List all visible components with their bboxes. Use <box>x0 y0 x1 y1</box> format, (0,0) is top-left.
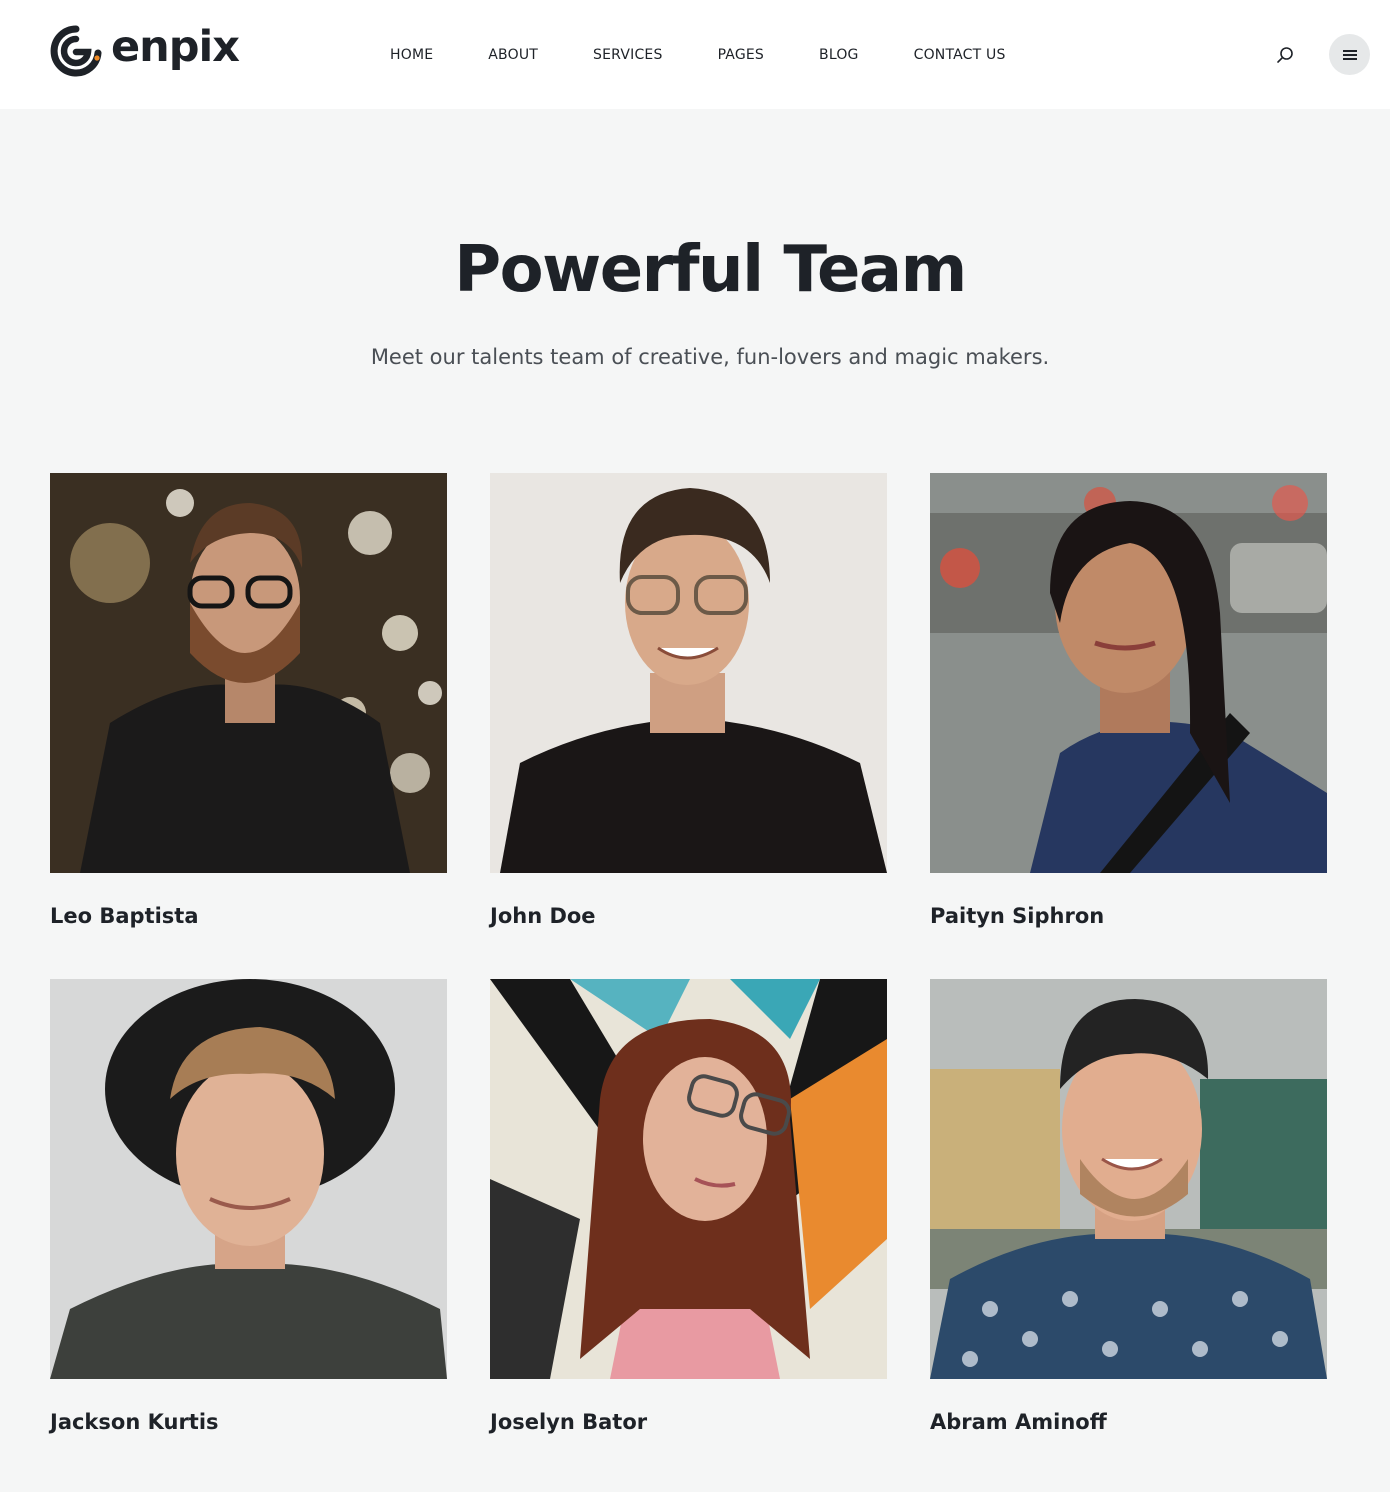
nav-item-about[interactable]: ABOUT <box>488 45 538 65</box>
team-card[interactable]: John Doe <box>490 473 887 931</box>
team-card[interactable]: Joselyn Bator <box>490 979 887 1437</box>
team-member-photo[interactable] <box>50 979 447 1379</box>
portrait-image <box>490 979 887 1379</box>
site-header: enpix HOME ABOUT SERVICES PAGES BLOG CON… <box>0 0 1390 109</box>
nav-item-contact-us[interactable]: CONTACT US <box>914 45 1006 65</box>
search-icon <box>1277 47 1293 63</box>
team-member-name[interactable]: Paityn Siphron <box>930 901 1327 931</box>
team-card[interactable]: Abram Aminoff <box>930 979 1327 1437</box>
team-card[interactable]: Leo Baptista <box>50 473 447 931</box>
menu-button[interactable] <box>1329 34 1370 75</box>
portrait-image <box>930 473 1327 873</box>
team-card[interactable]: Jackson Kurtis <box>50 979 447 1437</box>
logo-wordmark: enpix <box>111 21 240 72</box>
hamburger-menu-icon <box>1342 49 1357 60</box>
team-member-photo[interactable] <box>930 979 1327 1379</box>
team-card-partial[interactable] <box>50 1485 447 1492</box>
portrait-image <box>490 473 887 873</box>
logo-swirl-icon <box>50 25 102 77</box>
team-member-name[interactable]: Leo Baptista <box>50 901 447 931</box>
nav-item-home[interactable]: HOME <box>390 45 433 65</box>
team-member-photo[interactable] <box>490 473 887 873</box>
team-member-photo[interactable] <box>50 473 447 873</box>
nav-item-blog[interactable]: BLOG <box>819 45 859 65</box>
page-subtitle: Meet our talents team of creative, fun-l… <box>370 345 1050 369</box>
portrait-image <box>930 979 1327 1379</box>
team-member-name[interactable]: Joselyn Bator <box>490 1407 887 1437</box>
portrait-image <box>50 473 447 873</box>
team-member-photo[interactable] <box>930 473 1327 873</box>
site-logo[interactable]: enpix <box>50 21 240 78</box>
main-nav: HOME ABOUT SERVICES PAGES BLOG CONTACT U… <box>390 45 1006 65</box>
team-card[interactable]: Paityn Siphron <box>930 473 1327 931</box>
page-title: Powerful Team <box>454 233 967 307</box>
team-card-partial[interactable] <box>490 1485 887 1492</box>
portrait-image <box>50 979 447 1379</box>
team-member-name[interactable]: Abram Aminoff <box>930 1407 1327 1437</box>
nav-item-pages[interactable]: PAGES <box>718 45 764 65</box>
team-member-name[interactable]: John Doe <box>490 901 887 931</box>
nav-item-services[interactable]: SERVICES <box>593 45 663 65</box>
team-member-photo[interactable] <box>490 979 887 1379</box>
team-member-name[interactable]: Jackson Kurtis <box>50 1407 447 1437</box>
search-button[interactable] <box>1274 44 1296 66</box>
